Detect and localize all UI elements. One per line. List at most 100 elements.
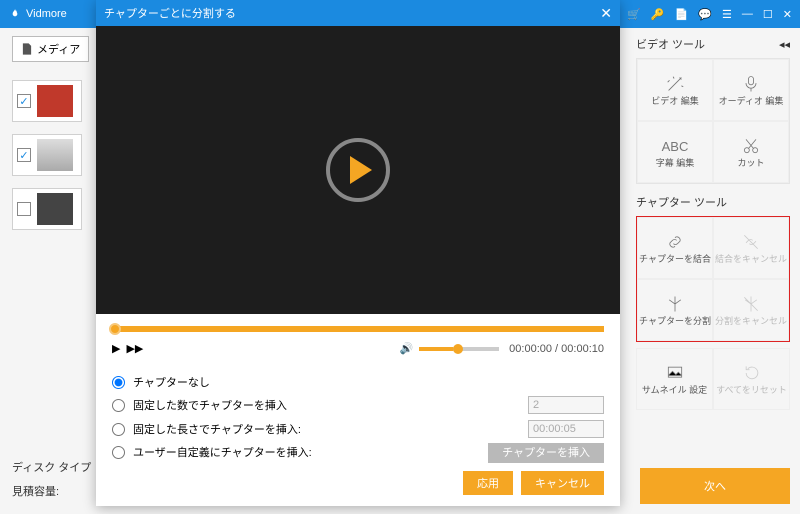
scissors-icon <box>740 135 762 157</box>
option-count-row[interactable]: 固定した数でチャプターを挿入 2 <box>112 393 604 417</box>
video-tools-label: ビデオ ツール <box>636 36 705 52</box>
play-small-icon[interactable]: ▶ <box>112 342 120 355</box>
thumbnail-setting-button[interactable]: サムネイル 設定 <box>636 348 713 410</box>
cell-label: ビデオ 編集 <box>651 97 699 107</box>
doc-icon[interactable]: 📄 <box>675 8 689 21</box>
cut-button[interactable]: カット <box>713 121 789 183</box>
option-length-label: 固定した長さでチャプターを挿入: <box>133 421 301 437</box>
split-icon <box>664 293 686 315</box>
option-count-label: 固定した数でチャプターを挿入 <box>133 397 287 413</box>
window-controls: 🛒 🔑 📄 💬 ☰ — ☐ ✕ <box>627 8 792 21</box>
chapter-split-modal: チャプターごとに分割する ✕ ▶ ▶▶ 🔊 00:00:00 / 00:00:1… <box>96 0 620 506</box>
play-button[interactable] <box>326 138 390 202</box>
right-panel: ビデオ ツール ◂◂ ビデオ 編集 オーディオ 編集 ABC 字幕 編集 カット… <box>630 28 800 514</box>
key-icon[interactable]: 🔑 <box>651 8 665 21</box>
unlink-icon <box>740 231 762 253</box>
cell-label: チャプターを結合 <box>639 255 711 265</box>
video-tools-title: ビデオ ツール ◂◂ <box>636 36 790 52</box>
player-controls: ▶ ▶▶ 🔊 00:00:00 / 00:00:10 <box>96 338 620 365</box>
seek-track[interactable] <box>96 314 620 338</box>
chapter-options: チャプターなし 固定した数でチャプターを挿入 2 固定した長さでチャプターを挿入… <box>96 365 620 471</box>
modal-title: チャプターごとに分割する <box>104 5 236 21</box>
image-icon <box>664 362 686 384</box>
split-chapter-button[interactable]: チャプターを分割 <box>637 279 713 341</box>
video-tools-grid: ビデオ 編集 オーディオ 編集 ABC 字幕 編集 カット <box>636 58 790 184</box>
checkbox[interactable]: ✓ <box>17 148 31 162</box>
file-icon <box>21 42 33 56</box>
minimize-icon[interactable]: — <box>742 8 753 20</box>
maximize-icon[interactable]: ☐ <box>763 8 773 21</box>
merge-chapter-button[interactable]: チャプターを結合 <box>637 217 713 279</box>
list-item[interactable] <box>12 188 82 230</box>
option-length-row[interactable]: 固定した長さでチャプターを挿入: 00:00:05 <box>112 417 604 441</box>
abc-icon: ABC <box>664 135 686 157</box>
chapter-tools-grid: チャプターを結合 結合をキャンセル チャプターを分割 分割をキャンセル <box>636 216 790 342</box>
cancel-merge-button[interactable]: 結合をキャンセル <box>713 217 789 279</box>
bottom-info: ディスク タイプ 見積容量: <box>12 456 91 504</box>
flame-icon <box>8 7 22 21</box>
cell-label: カット <box>737 159 764 169</box>
time-total: 00:00:10 <box>561 343 604 355</box>
cell-label: サムネイル 設定 <box>642 386 707 396</box>
radio-user[interactable] <box>112 446 125 459</box>
volume-icon[interactable]: 🔊 <box>399 342 413 355</box>
volume-control: 🔊 <box>399 342 499 355</box>
radio-length[interactable] <box>112 423 125 436</box>
video-edit-button[interactable]: ビデオ 編集 <box>637 59 713 121</box>
length-input[interactable]: 00:00:05 <box>528 420 604 438</box>
modal-titlebar: チャプターごとに分割する ✕ <box>96 0 620 26</box>
modal-buttons: 応用 キャンセル <box>96 471 620 505</box>
cart-icon[interactable]: 🛒 <box>627 8 641 21</box>
seek-knob[interactable] <box>109 323 121 335</box>
time-current: 00:00:00 <box>509 343 552 355</box>
list-item[interactable]: ✓ <box>12 80 82 122</box>
next-button-label: 次へ <box>704 478 726 494</box>
disc-type-label: ディスク タイプ <box>12 456 91 480</box>
thumbnail <box>37 139 73 171</box>
app-logo: Vidmore <box>8 7 67 21</box>
radio-count[interactable] <box>112 399 125 412</box>
cell-label: 分割をキャンセル <box>715 317 787 327</box>
menu-icon[interactable]: ☰ <box>722 8 732 21</box>
video-player <box>96 26 620 314</box>
next-frame-icon[interactable]: ▶▶ <box>126 342 143 355</box>
disc-size-label: 見積容量: <box>12 480 91 504</box>
reset-icon <box>741 362 763 384</box>
media-button-label: メディア <box>37 41 80 57</box>
mic-icon <box>740 73 762 95</box>
time-display: 00:00:00 / 00:00:10 <box>509 343 604 355</box>
option-user-label: ユーザー自定義にチャプターを挿入: <box>133 444 312 460</box>
wand-icon <box>664 73 686 95</box>
volume-knob[interactable] <box>453 344 463 354</box>
cell-label: 結合をキャンセル <box>715 255 787 265</box>
checkbox[interactable]: ✓ <box>17 94 31 108</box>
checkbox[interactable] <box>17 202 31 216</box>
no-split-icon <box>740 293 762 315</box>
cell-label: オーディオ 編集 <box>719 97 784 107</box>
audio-edit-button[interactable]: オーディオ 編集 <box>713 59 789 121</box>
option-user-row[interactable]: ユーザー自定義にチャプターを挿入: チャプターを挿入 <box>112 441 604 463</box>
subtitle-edit-button[interactable]: ABC 字幕 編集 <box>637 121 713 183</box>
count-input[interactable]: 2 <box>528 396 604 414</box>
close-icon[interactable]: ✕ <box>600 5 612 22</box>
option-none-row[interactable]: チャプターなし <box>112 371 604 393</box>
volume-slider[interactable] <box>419 347 499 351</box>
cell-label: 字幕 編集 <box>656 159 695 169</box>
close-window-icon[interactable]: ✕ <box>783 8 792 21</box>
option-none-label: チャプターなし <box>133 374 210 390</box>
apply-button[interactable]: 応用 <box>463 471 513 495</box>
chat-icon[interactable]: 💬 <box>698 8 712 21</box>
media-button[interactable]: メディア <box>12 36 89 62</box>
insert-chapter-button[interactable]: チャプターを挿入 <box>488 443 604 463</box>
app-name: Vidmore <box>26 8 67 20</box>
link-icon <box>664 231 686 253</box>
cancel-split-button[interactable]: 分割をキャンセル <box>713 279 789 341</box>
footer-tools-grid: サムネイル 設定 すべてをリセット <box>636 348 790 410</box>
radio-none[interactable] <box>112 376 125 389</box>
list-item[interactable]: ✓ <box>12 134 82 176</box>
next-button[interactable]: 次へ <box>640 468 790 504</box>
play-icon <box>350 156 372 184</box>
collapse-icon[interactable]: ◂◂ <box>779 38 790 51</box>
reset-all-button[interactable]: すべてをリセット <box>713 348 790 410</box>
cancel-button[interactable]: キャンセル <box>521 471 604 495</box>
